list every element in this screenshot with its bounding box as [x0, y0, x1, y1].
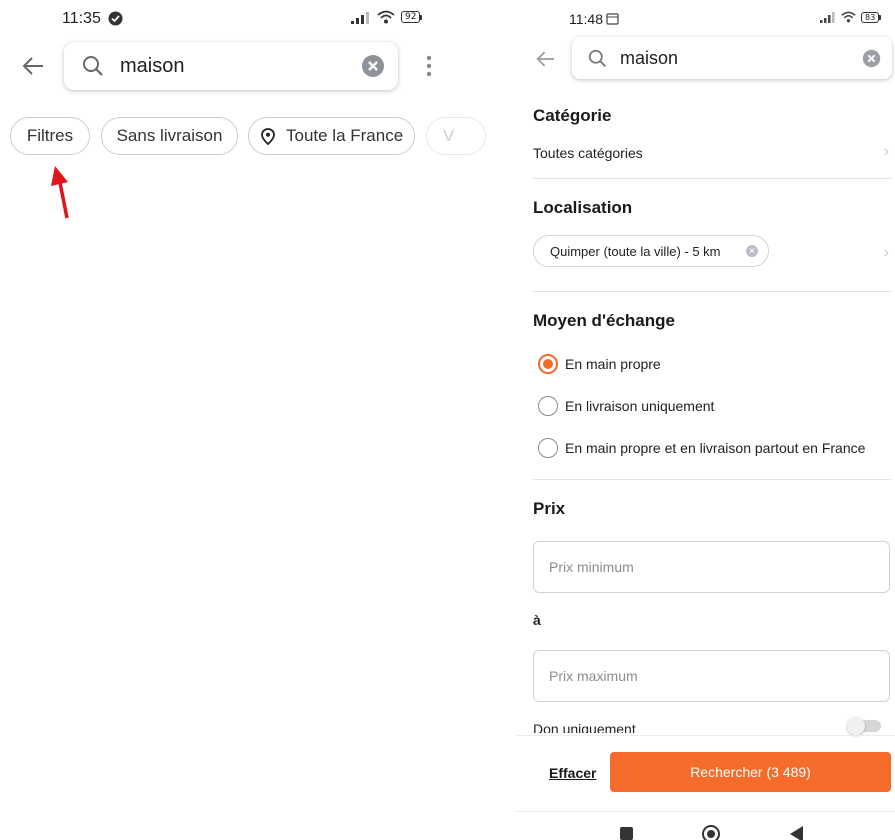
- chip-partial[interactable]: V: [426, 117, 486, 155]
- system-nav-bar: [516, 810, 895, 840]
- radio-label[interactable]: En main propre: [565, 356, 661, 372]
- recent-apps-icon[interactable]: [620, 827, 633, 840]
- divider: [533, 479, 891, 480]
- wifi-icon: [841, 11, 856, 23]
- signal-icon: [820, 11, 835, 23]
- back-arrow-icon[interactable]: [22, 56, 44, 76]
- search-bar[interactable]: maison: [64, 42, 398, 90]
- category-title: Catégorie: [533, 106, 612, 125]
- price-max-input[interactable]: [533, 650, 890, 702]
- status-time: 11:48: [569, 11, 603, 27]
- battery-icon: 92: [401, 11, 423, 23]
- right-screen: 11:48 83 maison Catégorie Toutes catégor…: [516, 0, 895, 840]
- check-circle-icon: [108, 11, 123, 26]
- search-query[interactable]: maison: [620, 48, 678, 69]
- battery-level: 83: [861, 11, 880, 23]
- chip-filters[interactable]: Filtres: [10, 117, 90, 155]
- chip-no-delivery[interactable]: Sans livraison: [101, 117, 238, 155]
- left-screen: 11:35 92 maison Filtres Sans livraison T…: [0, 0, 486, 840]
- search-button[interactable]: Rechercher (3 489): [610, 752, 891, 792]
- radio-label[interactable]: En livraison uniquement: [565, 398, 714, 414]
- category-chevron-icon[interactable]: ›: [884, 143, 889, 161]
- location-pin-icon: [261, 127, 275, 145]
- clear-search-icon[interactable]: [862, 49, 881, 68]
- status-icons: 83: [820, 11, 882, 23]
- radio-label[interactable]: En main propre et en livraison partout e…: [565, 440, 865, 456]
- price-separator: à: [533, 612, 541, 628]
- location-chip-label: Quimper (toute la ville) - 5 km: [550, 243, 721, 259]
- location-title: Localisation: [533, 198, 633, 217]
- annotation-arrow-icon: [51, 166, 69, 219]
- signal-icon: [351, 11, 369, 24]
- radio-hand-delivery[interactable]: [538, 354, 558, 374]
- chip-location[interactable]: Toute la France: [248, 117, 415, 155]
- status-time: 11:35: [62, 10, 101, 27]
- chip-location-label: Toute la France: [286, 126, 404, 145]
- price-title: Prix: [533, 499, 566, 518]
- clear-search-icon[interactable]: [361, 54, 385, 78]
- donation-row: Don uniquement: [533, 714, 793, 733]
- home-icon[interactable]: [702, 825, 720, 840]
- divider: [533, 291, 891, 292]
- back-arrow-icon[interactable]: [536, 50, 555, 68]
- radio-hand-and-shipping[interactable]: [538, 438, 558, 458]
- price-min-input[interactable]: [533, 541, 890, 593]
- radio-shipping-only[interactable]: [538, 396, 558, 416]
- battery-icon: 83: [861, 11, 882, 23]
- status-icons: 92: [351, 10, 423, 24]
- search-query[interactable]: maison: [120, 55, 184, 78]
- search-bar[interactable]: maison: [572, 37, 892, 79]
- battery-level: 92: [401, 11, 421, 23]
- footer-separator: [516, 735, 895, 736]
- donation-toggle[interactable]: [847, 717, 881, 735]
- remove-location-icon[interactable]: ✕: [746, 245, 758, 257]
- clear-button[interactable]: Effacer: [549, 765, 596, 781]
- calendar-icon: [606, 13, 619, 25]
- donation-label: Don uniquement: [533, 721, 636, 733]
- search-icon: [588, 49, 606, 67]
- search-icon: [83, 56, 103, 76]
- location-chevron-icon[interactable]: ›: [884, 244, 889, 262]
- divider: [533, 178, 891, 179]
- location-chip[interactable]: Quimper (toute la ville) - 5 km ✕: [533, 235, 769, 267]
- exchange-title: Moyen d'échange: [533, 311, 675, 330]
- category-value[interactable]: Toutes catégories: [533, 145, 643, 161]
- nav-back-icon[interactable]: [790, 826, 803, 840]
- wifi-icon: [377, 10, 395, 24]
- more-options-icon[interactable]: [425, 55, 433, 77]
